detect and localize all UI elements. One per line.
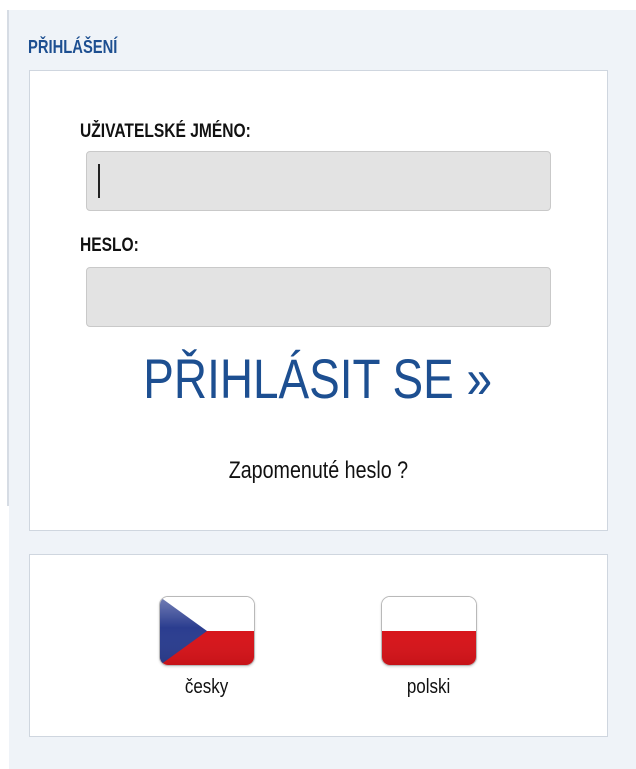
forgot-password-link[interactable]: Zapomenuté heslo ?	[0, 457, 636, 485]
polish-flag-icon	[381, 596, 477, 666]
czech-flag-icon	[159, 596, 255, 666]
password-label: HESLO:	[80, 235, 139, 256]
language-option-polish[interactable]: polski	[374, 596, 484, 699]
username-input[interactable]	[86, 151, 551, 211]
section-title: PŘIHLÁŠENÍ	[28, 37, 118, 57]
forgot-password-label: Zapomenuté heslo ?	[228, 457, 408, 484]
language-option-czech[interactable]: česky	[152, 596, 262, 699]
language-panel	[29, 554, 608, 737]
password-input[interactable]	[86, 267, 551, 327]
language-label-czech: česky	[185, 676, 229, 698]
login-button[interactable]: PŘIHLÁSIT SE »	[0, 346, 636, 411]
login-button-label: PŘIHLÁSIT SE »	[143, 347, 493, 410]
username-label: UŽIVATELSKÉ JMÉNO:	[80, 121, 251, 142]
text-cursor	[98, 164, 100, 198]
left-divider	[7, 10, 9, 506]
language-label-polish: polski	[407, 676, 451, 698]
